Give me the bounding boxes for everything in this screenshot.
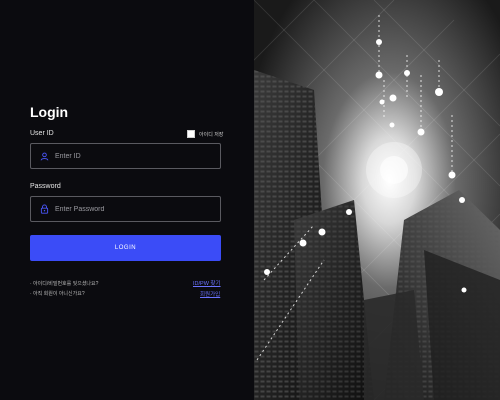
remember-id-checkbox[interactable]: [187, 130, 195, 138]
help-not-member-text: · 아직 회원이 아니신가요?: [30, 291, 85, 297]
password-label: Password: [30, 183, 61, 190]
password-input[interactable]: [55, 205, 205, 213]
user-id-field[interactable]: [30, 143, 221, 169]
login-button[interactable]: LOGIN: [30, 235, 221, 261]
password-field[interactable]: [30, 196, 221, 222]
help-forgot-text: · 아이디/비밀번호를 잊으셨나요?: [30, 281, 99, 287]
remember-id-label: 아이디 저장: [199, 131, 224, 138]
login-page: Login User ID 아이디 저장 Password: [0, 0, 500, 400]
remember-id[interactable]: 아이디 저장: [187, 130, 223, 138]
find-id-pw-link[interactable]: ID/PW 찾기: [193, 279, 221, 287]
signup-link[interactable]: 회원가입: [200, 290, 220, 298]
lock-icon: [39, 204, 49, 214]
login-title: Login: [30, 104, 69, 120]
user-icon: [39, 151, 49, 161]
hero-image: [254, 0, 500, 400]
city-skyscraper-image: [254, 0, 500, 400]
user-id-input[interactable]: [55, 152, 205, 160]
user-id-label: User ID: [30, 130, 54, 137]
login-panel: Login User ID 아이디 저장 Password: [0, 0, 254, 400]
